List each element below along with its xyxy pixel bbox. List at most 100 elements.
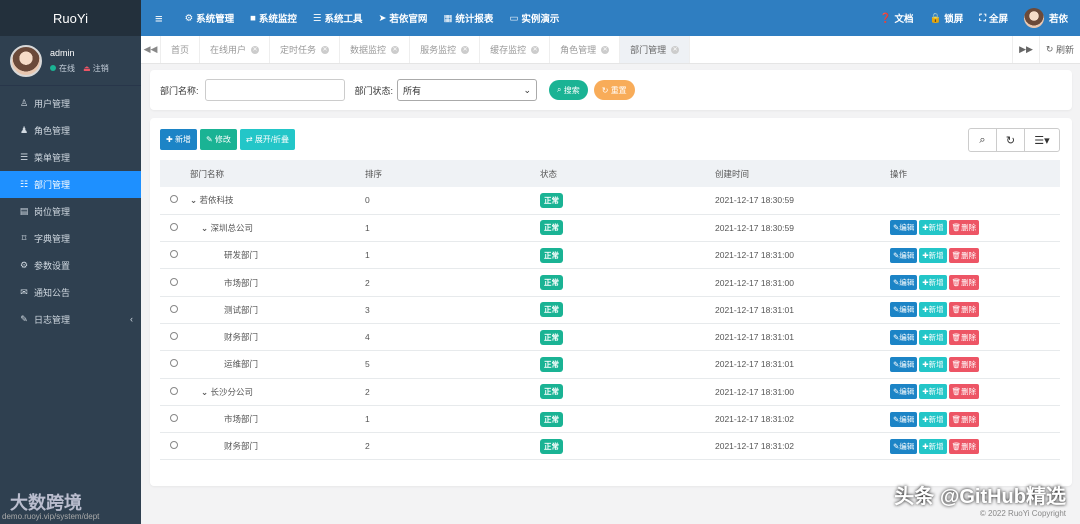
refresh-table-icon[interactable]: ↻ <box>997 129 1025 151</box>
expand-collapse-button[interactable]: ⇄ 展开/折叠 <box>239 129 296 150</box>
avatar[interactable] <box>10 44 42 77</box>
row-radio[interactable] <box>170 386 178 395</box>
table-row[interactable]: ⌄ 深圳总公司 1 正常 2021-12-17 18:30:59 ✎编辑 ✚新增 🗑删除 <box>160 214 1060 243</box>
add-row-button[interactable]: ✚新增 <box>919 275 947 291</box>
sidebar-item-6[interactable]: ⚙ 参数设置 <box>0 252 141 279</box>
tabs-prev-icon[interactable]: ◀◀ <box>141 36 161 63</box>
reset-button[interactable]: ↻ 重置 <box>593 80 635 100</box>
close-icon[interactable]: ✕ <box>601 45 610 54</box>
dept-name-input[interactable] <box>204 79 345 101</box>
row-radio[interactable] <box>170 359 178 368</box>
edit-row-button[interactable]: ✎编辑 <box>890 302 918 318</box>
delete-row-button[interactable]: 🗑删除 <box>948 247 980 263</box>
sidebar-toggle-icon[interactable]: ≡ <box>141 0 177 36</box>
topnav-item-0[interactable]: ⚙ 系统管理 <box>177 0 243 36</box>
column-header[interactable]: 创建时间 <box>715 160 890 187</box>
tab-5[interactable]: 缓存监控 ✕ <box>480 36 551 63</box>
row-radio[interactable] <box>170 277 178 286</box>
add-row-button[interactable]: ✚新增 <box>919 438 947 454</box>
table-row[interactable]: ⌄ 长沙分公司 2 正常 2021-12-17 18:31:00 ✎编辑 ✚新增 🗑删除 <box>160 378 1060 406</box>
topnav-item-1[interactable]: ■ 系统监控 <box>242 0 305 36</box>
edit-row-button[interactable]: ✎编辑 <box>890 411 918 427</box>
delete-row-button[interactable]: 🗑删除 <box>948 411 980 427</box>
row-radio[interactable] <box>170 441 178 450</box>
add-row-button[interactable]: ✚新增 <box>919 247 947 263</box>
tab-1[interactable]: 在线用户 ✕ <box>200 36 271 63</box>
table-row[interactable]: 测试部门 3 正常 2021-12-17 18:31:01 ✎编辑 ✚新增 🗑删除 <box>160 296 1060 324</box>
delete-row-button[interactable]: 🗑删除 <box>948 356 980 372</box>
column-header[interactable]: 状态 <box>540 160 715 187</box>
doc-button[interactable]: ❓ 文档 <box>872 0 922 36</box>
edit-row-button[interactable]: ✎编辑 <box>890 329 918 345</box>
lock-button[interactable]: 🔒 锁屏 <box>921 0 971 36</box>
search-toggle-icon[interactable]: ⌕ <box>969 129 997 151</box>
fullscreen-button[interactable]: ⛶ 全屏 <box>971 0 1016 36</box>
dept-status-select[interactable]: 所有 ⌄ <box>397 79 538 101</box>
tab-3[interactable]: 数据监控 ✕ <box>340 36 411 63</box>
tab-7[interactable]: 部门管理 ✕ <box>620 36 691 63</box>
refresh-button[interactable]: ↻ 刷新 <box>1038 36 1080 63</box>
logout-link[interactable]: ⏏ 注销 <box>83 63 109 74</box>
brand-logo[interactable]: RuoYi <box>0 0 141 36</box>
search-button[interactable]: ⌕ 搜索 <box>549 80 588 100</box>
row-radio[interactable] <box>170 332 178 341</box>
table-row[interactable]: 财务部门 4 正常 2021-12-17 18:31:01 ✎编辑 ✚新增 🗑删除 <box>160 323 1060 352</box>
add-button[interactable]: ✚ 新增 <box>160 129 197 150</box>
row-radio[interactable] <box>170 304 178 313</box>
table-row[interactable]: 市场部门 2 正常 2021-12-17 18:31:00 ✎编辑 ✚新增 🗑删除 <box>160 268 1060 297</box>
sidebar-item-8[interactable]: ✎ 日志管理 ‹ <box>0 306 141 333</box>
tab-6[interactable]: 角色管理 ✕ <box>550 36 621 63</box>
sidebar-item-3[interactable]: ☷ 部门管理 <box>0 171 141 198</box>
table-row[interactable]: 运维部门 5 正常 2021-12-17 18:31:01 ✎编辑 ✚新增 🗑删除 <box>160 350 1060 379</box>
topnav-item-5[interactable]: ▭ 实例演示 <box>501 0 567 36</box>
delete-row-button[interactable]: 🗑删除 <box>948 329 980 345</box>
edit-row-button[interactable]: ✎编辑 <box>890 275 918 291</box>
edit-row-button[interactable]: ✎编辑 <box>890 356 918 372</box>
column-header[interactable]: 操作 <box>890 160 1060 187</box>
edit-row-button[interactable]: ✎编辑 <box>890 220 918 236</box>
sidebar-item-1[interactable]: ♟ 角色管理 <box>0 117 141 144</box>
delete-row-button[interactable]: 🗑删除 <box>948 384 980 400</box>
table-row[interactable]: 研发部门 1 正常 2021-12-17 18:31:00 ✎编辑 ✚新增 🗑删除 <box>160 241 1060 270</box>
tabs-next-icon[interactable]: ▶▶ <box>1012 36 1039 63</box>
tab-2[interactable]: 定时任务 ✕ <box>270 36 341 63</box>
topnav-item-2[interactable]: ☰ 系统工具 <box>305 0 371 36</box>
topnav-item-4[interactable]: ▦ 统计报表 <box>435 0 501 36</box>
close-icon[interactable]: ✕ <box>251 45 260 54</box>
table-row[interactable]: 市场部门 1 正常 2021-12-17 18:31:02 ✎编辑 ✚新增 🗑删除 <box>160 405 1060 434</box>
close-icon[interactable]: ✕ <box>671 45 680 54</box>
row-radio[interactable] <box>170 222 178 231</box>
row-radio[interactable] <box>170 250 178 259</box>
delete-row-button[interactable]: 🗑删除 <box>948 302 980 318</box>
column-header[interactable]: 部门名称 <box>190 160 365 187</box>
delete-row-button[interactable]: 🗑删除 <box>948 275 980 291</box>
add-row-button[interactable]: ✚新增 <box>919 384 947 400</box>
row-radio[interactable] <box>170 195 178 204</box>
delete-row-button[interactable]: 🗑删除 <box>948 438 980 454</box>
add-row-button[interactable]: ✚新增 <box>919 220 947 236</box>
topnav-item-3[interactable]: ➤ 若依官网 <box>370 0 435 36</box>
edit-row-button[interactable]: ✎编辑 <box>890 438 918 454</box>
add-row-button[interactable]: ✚新增 <box>919 329 947 345</box>
row-radio[interactable] <box>170 414 178 423</box>
edit-row-button[interactable]: ✎编辑 <box>890 247 918 263</box>
close-icon[interactable]: ✕ <box>321 45 330 54</box>
add-row-button[interactable]: ✚新增 <box>919 411 947 427</box>
tab-4[interactable]: 服务监控 ✕ <box>410 36 481 63</box>
column-header[interactable]: 排序 <box>365 160 540 187</box>
edit-row-button[interactable]: ✎编辑 <box>890 384 918 400</box>
table-row[interactable]: 财务部门 2 正常 2021-12-17 18:31:02 ✎编辑 ✚新增 🗑删除 <box>160 432 1060 461</box>
user-menu[interactable]: 若依 <box>1016 0 1080 36</box>
sidebar-item-2[interactable]: ☰ 菜单管理 <box>0 144 141 171</box>
close-icon[interactable]: ✕ <box>461 45 470 54</box>
sidebar-item-4[interactable]: ▤ 岗位管理 <box>0 198 141 225</box>
sidebar-item-5[interactable]: ⌑ 字典管理 <box>0 225 141 252</box>
columns-menu-icon[interactable]: ☰▾ <box>1025 129 1059 151</box>
add-row-button[interactable]: ✚新增 <box>919 302 947 318</box>
add-row-button[interactable]: ✚新增 <box>919 356 947 372</box>
close-icon[interactable]: ✕ <box>391 45 400 54</box>
sidebar-item-7[interactable]: ✉ 通知公告 <box>0 279 141 306</box>
edit-button[interactable]: ✎ 修改 <box>199 129 237 150</box>
sidebar-item-0[interactable]: ♙ 用户管理 <box>0 90 141 117</box>
tab-0[interactable]: 首页 <box>161 36 201 63</box>
